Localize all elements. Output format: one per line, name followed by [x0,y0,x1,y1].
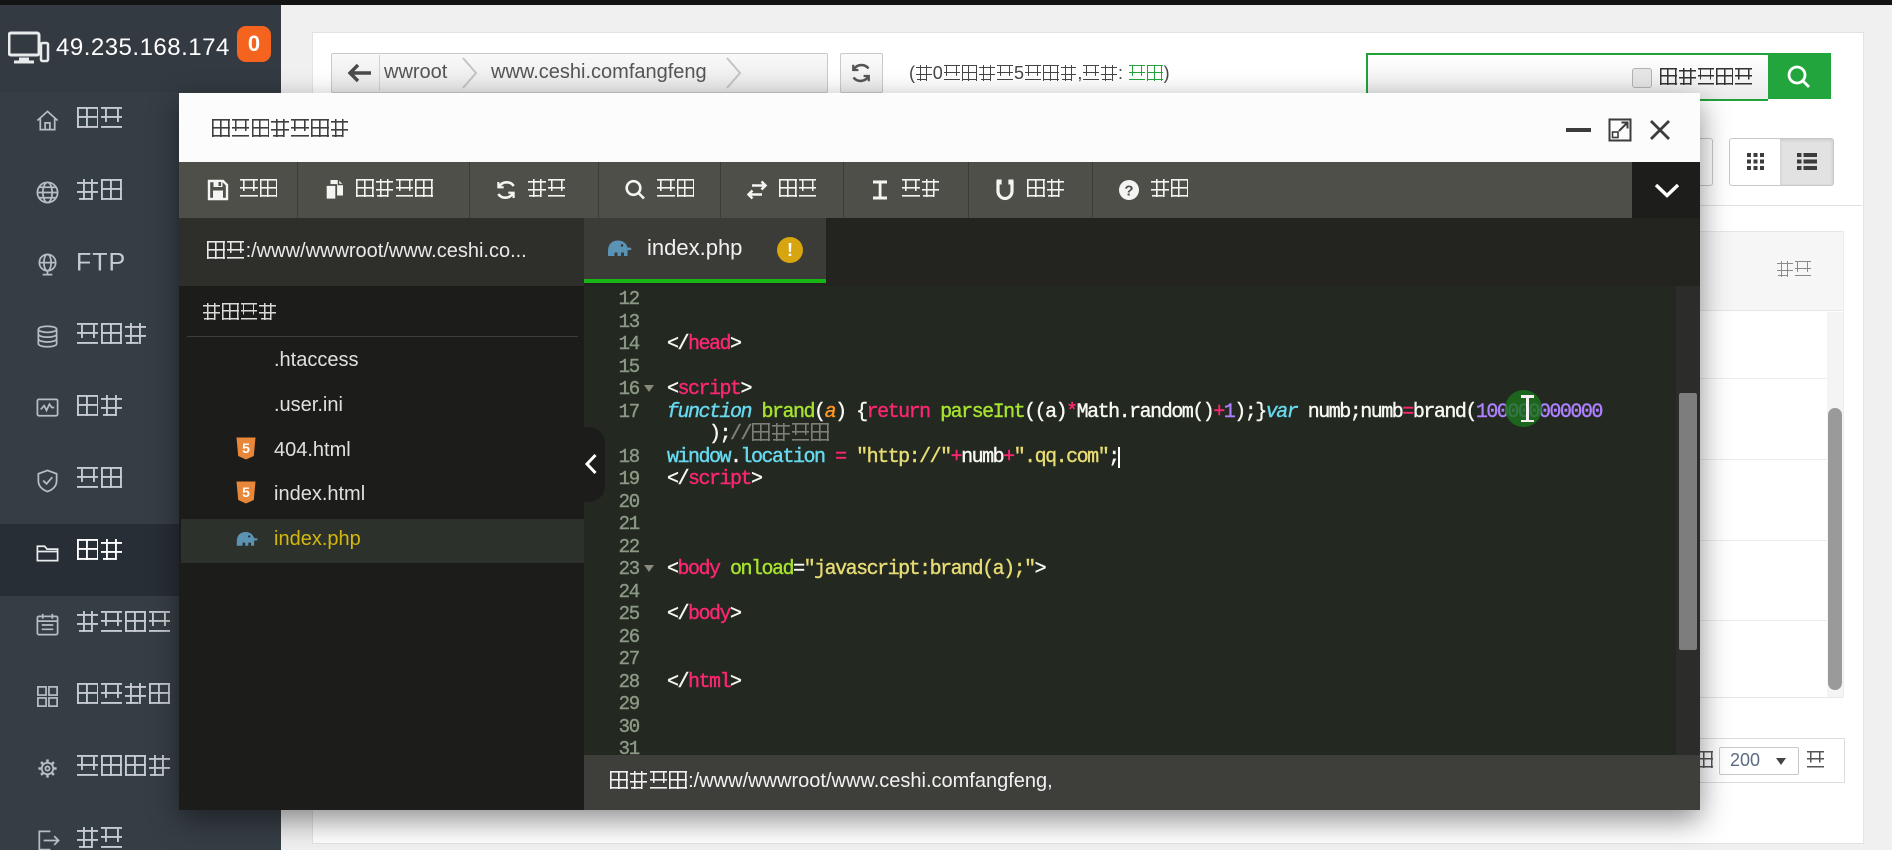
svg-text:5: 5 [242,484,250,500]
svg-text:?: ? [1124,183,1133,200]
svg-text:5: 5 [242,440,250,456]
